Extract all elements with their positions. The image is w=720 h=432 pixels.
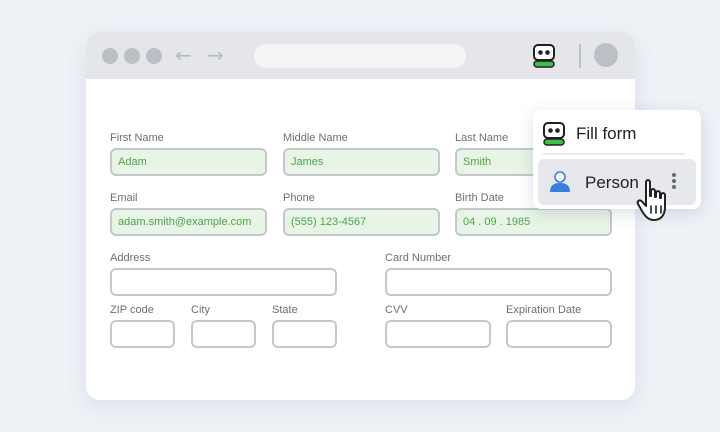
expiration-date-label: Expiration Date bbox=[506, 304, 582, 316]
address-field[interactable] bbox=[110, 268, 337, 296]
address-bar[interactable] bbox=[254, 44, 466, 68]
card-number-field[interactable] bbox=[385, 268, 612, 296]
fill-form-item[interactable]: Fill form bbox=[543, 122, 693, 146]
middle-name-label: Middle Name bbox=[283, 132, 348, 144]
cvv-label: CVV bbox=[385, 304, 408, 316]
state-label: State bbox=[272, 304, 298, 316]
forward-arrow-icon[interactable]: → bbox=[207, 45, 224, 65]
person-label: Person bbox=[585, 173, 639, 192]
first-name-label: First Name bbox=[110, 132, 164, 144]
window-control-dot[interactable] bbox=[124, 48, 140, 64]
cvv-field[interactable] bbox=[385, 320, 491, 348]
robot-icon bbox=[543, 122, 565, 146]
browser-toolbar: ← → bbox=[86, 32, 635, 79]
hand-pointer-cursor-icon bbox=[636, 179, 666, 221]
robot-extension-icon[interactable] bbox=[533, 44, 555, 68]
expiration-date-field[interactable] bbox=[506, 320, 612, 348]
back-arrow-icon[interactable]: ← bbox=[175, 45, 192, 65]
city-label: City bbox=[191, 304, 210, 316]
email-field[interactable]: adam.smith@example.com bbox=[110, 208, 267, 236]
toolbar-separator bbox=[579, 44, 581, 68]
birth-date-label: Birth Date bbox=[455, 192, 504, 204]
last-name-label: Last Name bbox=[455, 132, 509, 144]
window-control-dot[interactable] bbox=[102, 48, 118, 64]
window-control-dot[interactable] bbox=[146, 48, 162, 64]
phone-label: Phone bbox=[283, 192, 315, 204]
person-icon bbox=[550, 171, 570, 192]
profile-avatar[interactable] bbox=[594, 43, 618, 67]
city-field[interactable] bbox=[191, 320, 256, 348]
birth-date-field[interactable]: 04 . 09 . 1985 bbox=[455, 208, 612, 236]
popup-divider bbox=[543, 153, 685, 155]
address-label: Address bbox=[110, 252, 151, 264]
zip-label: ZIP code bbox=[110, 304, 154, 316]
middle-name-field[interactable]: James bbox=[283, 148, 440, 176]
email-label: Email bbox=[110, 192, 138, 204]
browser-window: ← → First Name Adam Middle Name James La… bbox=[86, 32, 635, 400]
zip-field[interactable] bbox=[110, 320, 175, 348]
state-field[interactable] bbox=[272, 320, 337, 348]
first-name-field[interactable]: Adam bbox=[110, 148, 267, 176]
card-number-label: Card Number bbox=[385, 252, 452, 264]
fill-form-label: Fill form bbox=[576, 124, 637, 143]
phone-field[interactable]: (555) 123-4567 bbox=[283, 208, 440, 236]
